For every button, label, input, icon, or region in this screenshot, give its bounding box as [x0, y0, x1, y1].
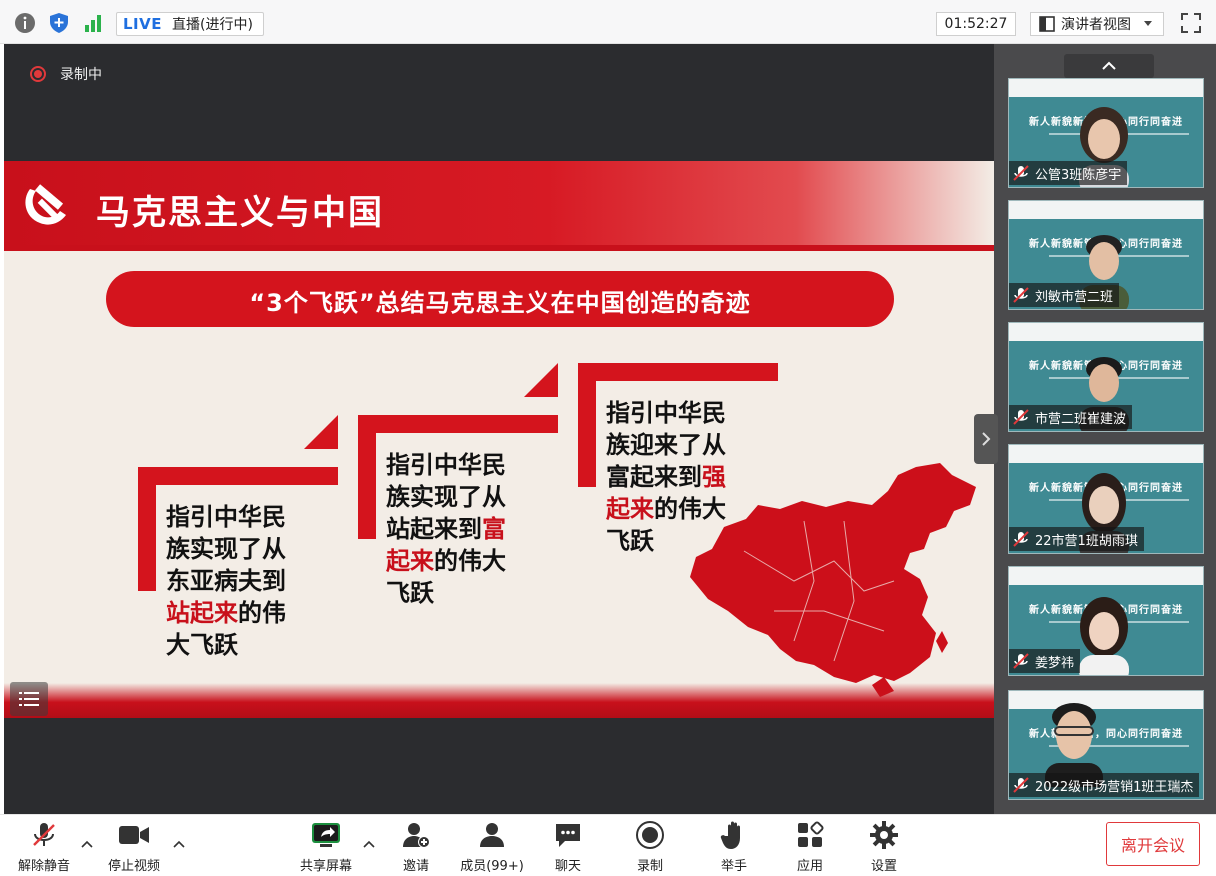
step-arrow-2	[524, 363, 558, 397]
unmute-options-chevron-icon[interactable]	[80, 837, 94, 851]
live-label: LIVE	[123, 15, 162, 33]
invite-button[interactable]: 邀请	[376, 819, 456, 875]
participant-name-tag: 公管3班陈彦宇	[1009, 161, 1128, 185]
chevron-up-icon	[1102, 61, 1116, 70]
recording-label: 录制中	[60, 67, 102, 83]
china-map-graphic	[690, 463, 976, 697]
meeting-timer: 01:52:27	[936, 12, 1016, 36]
meeting-window: LIVE 直播(进行中) 01:52:27 演讲者视图 录制中 马克思主义与中国…	[0, 0, 1216, 876]
step-text-2: 指引中华民 族实现了从 站起来到富 起来的伟大 飞跃	[386, 451, 506, 607]
participant-name-tag: 市营二班崔建波	[1009, 405, 1133, 429]
collapse-panel-button[interactable]	[1064, 54, 1154, 78]
mic-muted-icon	[28, 819, 60, 851]
slide-banner-text: “3个飞跃”总结马克思主义在中国创造的奇迹	[249, 289, 751, 317]
settings-button[interactable]: 设置	[844, 819, 924, 875]
speaker-view-icon	[1039, 16, 1055, 32]
participant-tile[interactable]: 新人新貌新管，同心同行同奋进 刘敏市营二班	[1008, 200, 1204, 310]
fullscreen-icon[interactable]	[1180, 12, 1202, 34]
slide-title: 马克思主义与中国	[96, 193, 384, 233]
stop-video-button[interactable]: 停止视频	[94, 819, 174, 875]
participant-name-tag: 刘敏市营二班	[1009, 283, 1120, 307]
info-icon[interactable]	[14, 12, 36, 34]
gear-icon	[868, 819, 900, 851]
participant-tile[interactable]: 新人新貌新管，同心同行同奋进 公管3班陈彦宇	[1008, 78, 1204, 188]
shield-icon[interactable]	[48, 12, 70, 34]
slide-header-line	[4, 245, 994, 251]
users-icon	[476, 819, 508, 851]
caret-down-icon	[1144, 21, 1152, 26]
view-mode-label: 演讲者视图	[1061, 17, 1131, 33]
share-options-chevron-icon[interactable]	[362, 837, 376, 851]
shared-slide: 马克思主义与中国 “3个飞跃”总结马克思主义在中国创造的奇迹 指引中华民 族实现…	[4, 161, 994, 718]
participants-button[interactable]: 成员(99+)	[452, 819, 532, 875]
apps-button[interactable]: 应用	[770, 819, 850, 875]
mic-off-icon	[1013, 531, 1029, 547]
participant-tile[interactable]: 新人新貌新管，同心同行同奋进 2022级市场营销1班王瑞杰	[1008, 690, 1204, 800]
participant-name-tag: 22市营1班胡雨琪	[1009, 527, 1144, 551]
record-button[interactable]: 录制	[610, 819, 690, 875]
hand-icon	[718, 819, 750, 851]
view-mode-dropdown[interactable]: 演讲者视图	[1030, 12, 1164, 36]
bottom-toolbar: 解除静音 停止视频 共享屏幕 邀请 成员(99+) 聊天 录制 举手 应用 设置	[0, 814, 1216, 876]
share-screen-button[interactable]: 共享屏幕	[286, 819, 366, 875]
add-user-icon	[400, 819, 432, 851]
mic-off-icon	[1013, 653, 1029, 669]
top-bar: LIVE 直播(进行中) 01:52:27 演讲者视图	[0, 0, 1216, 44]
raise-hand-button[interactable]: 举手	[694, 819, 774, 875]
participant-tile[interactable]: 新人新貌新管，同心同行同奋进 姜梦祎	[1008, 566, 1204, 676]
leave-meeting-button[interactable]: 离开会议	[1106, 822, 1200, 866]
hide-panel-toggle[interactable]	[974, 414, 998, 464]
signal-strength-icon[interactable]	[82, 12, 104, 34]
record-icon	[634, 819, 666, 851]
chat-bubble-icon	[552, 819, 584, 851]
step-text-1: 指引中华民 族实现了从 东亚病夫到 站起来的伟 大飞跃	[166, 503, 286, 659]
chevron-right-icon	[982, 432, 991, 446]
video-camera-icon	[118, 819, 150, 851]
mic-off-icon	[1013, 409, 1029, 425]
mic-off-icon	[1013, 165, 1029, 181]
hammer-sickle-icon	[25, 184, 66, 225]
list-icon	[19, 692, 39, 706]
live-status-badge[interactable]: LIVE 直播(进行中)	[116, 12, 264, 36]
participant-tile[interactable]: 新人新貌新管，同心同行同奋进 市营二班崔建波	[1008, 322, 1204, 432]
slide-menu-button[interactable]	[10, 682, 48, 716]
slide-footer-band	[4, 683, 994, 718]
participant-name-tag: 姜梦祎	[1009, 649, 1081, 673]
participant-name-tag: 2022级市场营销1班王瑞杰	[1009, 773, 1200, 797]
live-status-text: 直播(进行中)	[172, 17, 253, 33]
chat-button[interactable]: 聊天	[528, 819, 608, 875]
video-options-chevron-icon[interactable]	[172, 837, 186, 851]
recording-indicator: 录制中	[30, 64, 102, 84]
main-stage: 录制中 马克思主义与中国 “3个飞跃”总结马克思主义在中国创造的奇迹 指引中华民	[4, 44, 994, 814]
participant-tile[interactable]: 新人新貌新管，同心同行同奋进 22市营1班胡雨琪	[1008, 444, 1204, 554]
slide-banner: “3个飞跃”总结马克思主义在中国创造的奇迹	[106, 271, 894, 327]
share-screen-icon	[310, 819, 342, 851]
mic-off-icon	[1013, 287, 1029, 303]
apps-grid-icon	[794, 819, 826, 851]
unmute-button[interactable]: 解除静音	[4, 819, 84, 875]
step-arrow-1	[304, 415, 338, 449]
mic-off-icon	[1013, 777, 1029, 793]
record-dot-icon	[30, 66, 46, 82]
